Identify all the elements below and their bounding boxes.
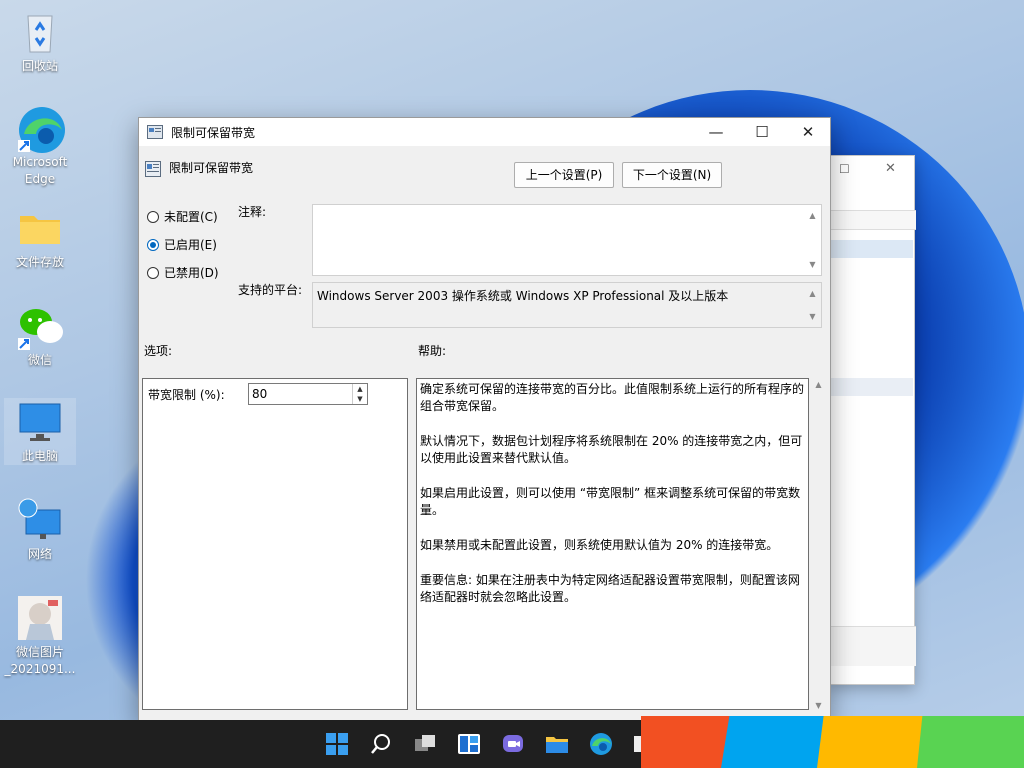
file-explorer-icon[interactable] xyxy=(545,732,569,756)
color-block-yellow xyxy=(817,716,927,768)
help-scrollbar[interactable]: ▲ ▼ xyxy=(810,378,827,710)
policy-name: 限制可保留带宽 xyxy=(169,161,254,175)
radio-not-configured[interactable]: 未配置(C) xyxy=(147,208,218,225)
minimize-icon[interactable]: — xyxy=(693,118,739,146)
color-block-green xyxy=(917,716,1024,768)
next-setting-button[interactable]: 下一个设置(N) xyxy=(622,162,722,188)
platform-textbox: Windows Server 2003 操作系统或 Windows XP Pro… xyxy=(312,282,822,328)
desktop-icon-label: 微信图片_2021091... xyxy=(4,645,76,676)
scroll-up-icon[interactable]: ▲ xyxy=(804,285,821,302)
desktop-icon-edge[interactable]: Microsoft Edge xyxy=(4,104,76,188)
scroll-up-icon[interactable]: ▲ xyxy=(810,380,827,389)
background-window: ☐ ✕ xyxy=(828,155,916,685)
policy-window-icon xyxy=(147,125,163,139)
desktop-icon-label: 文件存放 xyxy=(15,255,64,269)
help-paragraph: 重要信息: 如果在注册表中为特定网络适配器设置带宽限制，则配置该网络适配器时就会… xyxy=(420,573,800,604)
image-thumbnail-icon xyxy=(16,594,64,642)
color-block-blue xyxy=(721,716,826,768)
platform-label: 支持的平台: xyxy=(238,283,303,297)
radio-label: 已启用(E) xyxy=(164,238,217,252)
color-blocks-overlay xyxy=(641,716,1024,768)
folder-icon xyxy=(16,204,64,252)
help-paragraph: 如果启用此设置，则可以使用 “带宽限制” 框来调整系统可保留的带宽数量。 xyxy=(420,486,801,517)
help-paragraph: 如果禁用或未配置此设置，则系统使用默认值为 20% 的连接带宽。 xyxy=(420,538,779,552)
chat-icon[interactable] xyxy=(501,732,525,756)
radio-enabled[interactable]: 已启用(E) xyxy=(147,236,217,253)
color-block-red xyxy=(641,716,731,768)
bandwidth-label: 带宽限制 (%): xyxy=(148,388,225,402)
radio-label: 未配置(C) xyxy=(164,210,218,224)
desktop-icon-label: Microsoft Edge xyxy=(12,155,68,186)
spin-arrows[interactable]: ▲ ▼ xyxy=(352,384,367,404)
network-icon xyxy=(16,496,64,544)
comment-label: 注释: xyxy=(238,205,267,219)
task-view-icon[interactable] xyxy=(413,732,437,756)
options-pane: 带宽限制 (%): 80 ▲ ▼ xyxy=(142,378,408,710)
options-label: 选项: xyxy=(144,344,173,358)
scroll-down-icon[interactable]: ▼ xyxy=(810,701,827,710)
comment-textarea[interactable]: ▲ ▼ xyxy=(312,204,822,276)
window-title: 限制可保留带宽 xyxy=(171,125,256,140)
spin-up-icon[interactable]: ▲ xyxy=(353,384,367,394)
policy-icon xyxy=(145,161,161,177)
radio-button[interactable] xyxy=(147,210,159,223)
previous-setting-button[interactable]: 上一个设置(P) xyxy=(514,162,614,188)
search-icon[interactable] xyxy=(369,732,393,756)
desktop-icon-label: 此电脑 xyxy=(21,449,58,463)
radio-disabled[interactable]: 已禁用(D) xyxy=(147,264,219,281)
bandwidth-spinbox[interactable]: 80 ▲ ▼ xyxy=(248,383,368,405)
desktop-icon-wechat[interactable]: 微信 xyxy=(4,302,76,369)
bg-window-selected-row xyxy=(829,240,913,258)
bg-window-row xyxy=(829,378,913,396)
spin-down-icon[interactable]: ▼ xyxy=(353,394,367,404)
desktop-icon-folder[interactable]: 文件存放 xyxy=(4,204,76,271)
close-icon[interactable]: ✕ xyxy=(785,118,831,146)
bg-window-statusbar xyxy=(829,626,916,666)
radio-button-checked[interactable] xyxy=(147,238,159,251)
recycle-bin-icon xyxy=(16,8,64,56)
radio-label: 已禁用(D) xyxy=(164,266,219,280)
desktop-icon-image-file[interactable]: 微信图片_2021091... xyxy=(4,594,76,678)
bg-window-toolbar xyxy=(829,210,916,230)
maximize-icon[interactable]: ☐ xyxy=(839,162,850,176)
wechat-icon xyxy=(16,302,64,350)
desktop-icon-network[interactable]: 网络 xyxy=(4,496,76,563)
help-label: 帮助: xyxy=(418,344,447,358)
close-icon[interactable]: ✕ xyxy=(885,161,896,176)
platform-value: Windows Server 2003 操作系统或 Windows XP Pro… xyxy=(317,289,729,303)
widgets-icon[interactable] xyxy=(457,732,481,756)
title-bar: 限制可保留带宽 — ☐ ✕ xyxy=(139,118,830,146)
scroll-down-icon[interactable]: ▼ xyxy=(804,308,821,325)
help-paragraph: 确定系统可保留的连接带宽的百分比。此值限制系统上运行的所有程序的组合带宽保留。 xyxy=(420,382,805,413)
edge-icon[interactable] xyxy=(589,732,613,756)
scroll-down-icon[interactable]: ▼ xyxy=(804,256,821,273)
desktop-icon-label: 回收站 xyxy=(21,59,58,73)
help-paragraph: 默认情况下，数据包计划程序将系统限制在 20% 的连接带宽之内，但可以使用此设置… xyxy=(420,434,803,465)
radio-button[interactable] xyxy=(147,266,159,279)
scroll-up-icon[interactable]: ▲ xyxy=(804,207,821,224)
edge-icon xyxy=(16,104,65,153)
comment-value xyxy=(313,205,821,213)
desktop-icon-label: 微信 xyxy=(27,353,52,367)
bandwidth-value[interactable]: 80 xyxy=(252,387,267,401)
desktop-icon-recycle-bin[interactable]: 回收站 xyxy=(4,8,76,75)
maximize-icon[interactable]: ☐ xyxy=(739,118,785,146)
platform-scrollbar[interactable]: ▲ ▼ xyxy=(804,283,821,327)
monitor-icon xyxy=(16,398,64,446)
help-pane: 确定系统可保留的连接带宽的百分比。此值限制系统上运行的所有程序的组合带宽保留。 … xyxy=(416,378,809,710)
start-icon[interactable] xyxy=(325,732,349,756)
desktop-icon-this-pc[interactable]: 此电脑 xyxy=(4,398,76,465)
comment-scrollbar[interactable]: ▲ ▼ xyxy=(804,205,821,275)
desktop-icon-label: 网络 xyxy=(27,547,52,561)
policy-dialog: 限制可保留带宽 — ☐ ✕ 限制可保留带宽 上一个设置(P) 下一个设置(N) … xyxy=(138,117,831,721)
